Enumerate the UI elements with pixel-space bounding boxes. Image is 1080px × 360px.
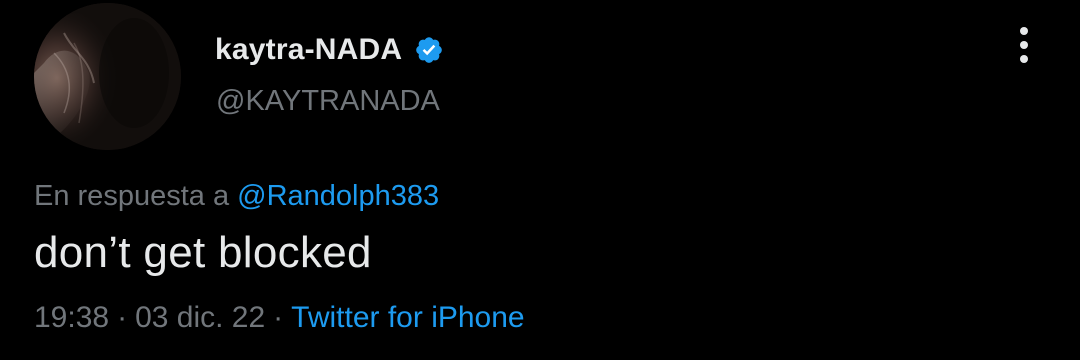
tweet-time[interactable]: 19:38 <box>34 301 109 334</box>
author-name-row: kaytra-NADA <box>215 30 444 70</box>
author-handle[interactable]: @KAYTRANADA <box>216 85 440 118</box>
meta-separator: · <box>117 301 128 334</box>
reply-prefix: En respuesta a <box>34 180 238 212</box>
tweet-text: don’t get blocked <box>34 228 372 277</box>
more-options-button[interactable] <box>1010 24 1038 66</box>
reply-to-handle-link[interactable]: @Randolph383 <box>237 180 439 212</box>
avatar[interactable] <box>34 3 181 150</box>
author-display-name[interactable]: kaytra-NADA <box>215 33 402 67</box>
more-vertical-icon <box>1020 27 1028 63</box>
verified-badge-icon <box>414 35 444 65</box>
tweet-meta: 19:38 · 03 dic. 22 · Twitter for iPhone <box>34 301 525 335</box>
tweet-card: kaytra-NADA @KAYTRANADA En respuesta a @… <box>0 0 1080 360</box>
tweet-source-link[interactable]: Twitter for iPhone <box>291 301 524 334</box>
meta-separator: · <box>273 301 284 334</box>
reply-context: En respuesta a @Randolph383 <box>34 180 439 213</box>
avatar-photo-icon <box>34 3 181 150</box>
tweet-date[interactable]: 03 dic. 22 <box>135 301 265 334</box>
